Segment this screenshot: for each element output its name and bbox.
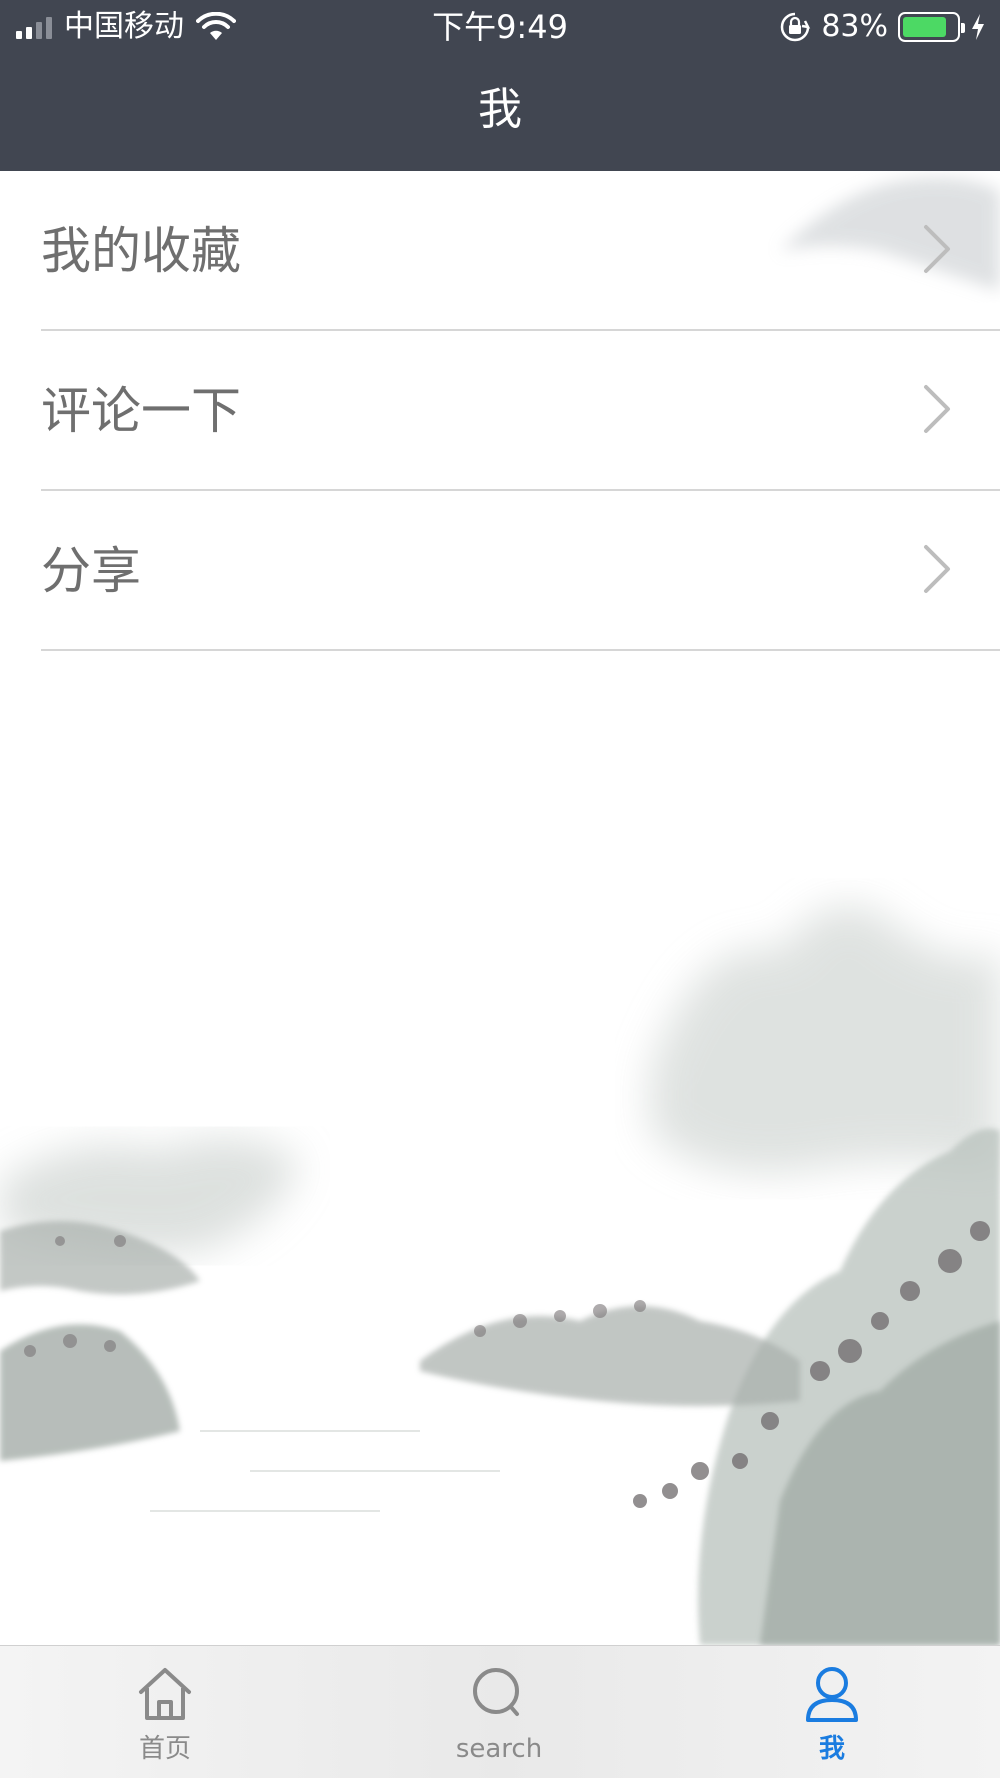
divider bbox=[41, 649, 1000, 651]
status-bar-left: 中国移动 bbox=[16, 8, 236, 46]
chevron-right-icon bbox=[924, 385, 950, 433]
home-icon bbox=[139, 1668, 191, 1720]
charging-bolt-icon bbox=[972, 14, 984, 40]
menu-item-label: 评论一下 bbox=[41, 382, 241, 440]
settings-menu: 我的收藏 评论一下 分享 bbox=[0, 171, 1000, 651]
tab-label: search bbox=[455, 1734, 543, 1764]
menu-item-comment[interactable]: 评论一下 bbox=[0, 331, 1000, 491]
tab-search[interactable]: search bbox=[399, 1646, 599, 1778]
tab-label: 首页 bbox=[138, 1734, 191, 1764]
menu-item-share[interactable]: 分享 bbox=[0, 491, 1000, 651]
menu-item-favorites[interactable]: 我的收藏 bbox=[0, 171, 1000, 331]
content-area: 我的收藏 评论一下 分享 bbox=[0, 171, 1000, 1645]
person-icon bbox=[806, 1667, 858, 1722]
tab-home[interactable]: 首页 bbox=[65, 1646, 265, 1778]
orientation-lock-icon bbox=[781, 12, 811, 42]
menu-item-label: 分享 bbox=[41, 542, 141, 600]
carrier-name: 中国移动 bbox=[64, 9, 184, 44]
menu-item-label: 我的收藏 bbox=[41, 222, 241, 280]
status-bar: 中国移动 下午9:49 83% bbox=[0, 0, 1000, 54]
page-title: 我 bbox=[478, 84, 522, 135]
signal-strength-icon bbox=[16, 15, 52, 39]
battery-icon bbox=[898, 12, 965, 42]
top-bar: 中国移动 下午9:49 83% 我 bbox=[0, 0, 1000, 171]
tab-label: 我 bbox=[818, 1734, 845, 1764]
search-icon bbox=[473, 1668, 519, 1716]
chevron-right-icon bbox=[924, 225, 950, 273]
status-bar-right: 83% bbox=[779, 8, 986, 46]
tab-me[interactable]: 我 bbox=[732, 1646, 932, 1778]
battery-level-fill bbox=[903, 17, 947, 37]
tab-bar: 首页 search 我 bbox=[0, 1645, 1000, 1778]
wifi-icon bbox=[196, 12, 236, 40]
battery-percentage: 83% bbox=[821, 9, 888, 44]
chevron-right-icon bbox=[924, 545, 950, 593]
